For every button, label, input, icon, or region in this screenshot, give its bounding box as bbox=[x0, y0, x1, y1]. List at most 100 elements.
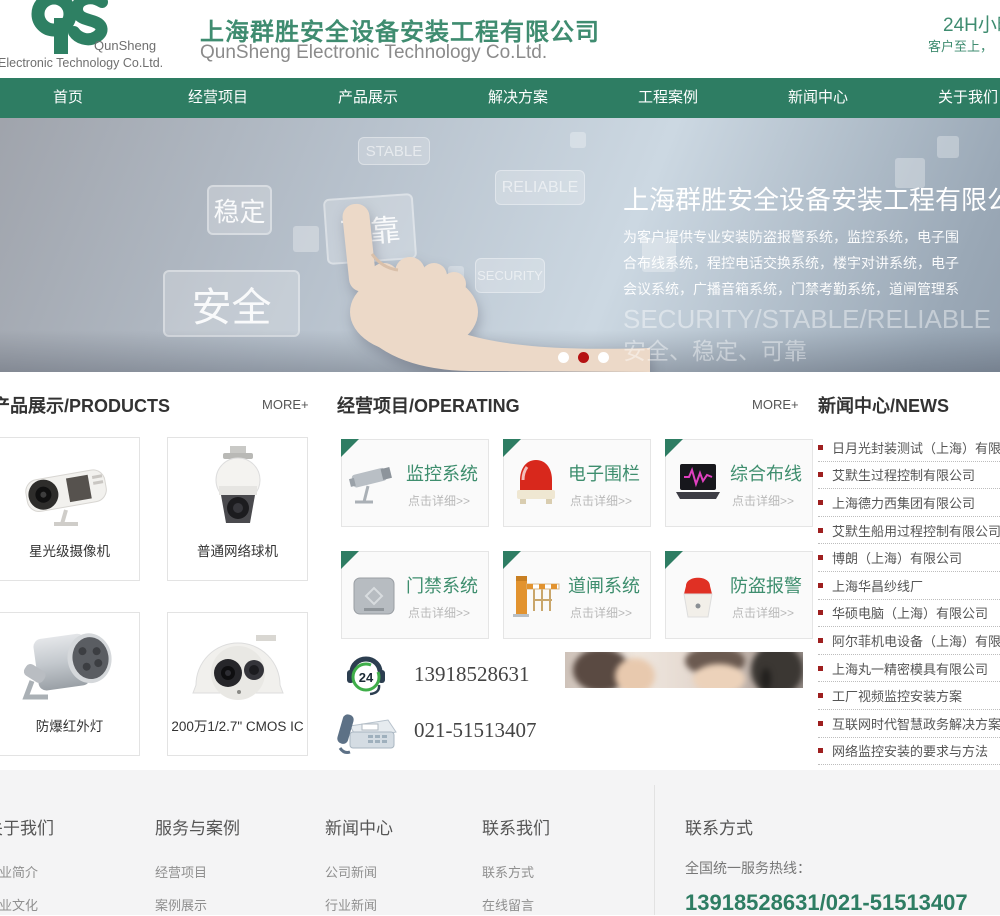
operating-title: 综合布线 bbox=[730, 460, 802, 486]
news-bullet-icon bbox=[818, 721, 823, 726]
decor-square bbox=[937, 136, 959, 158]
logo-subname: Electronic Technology Co.Ltd. bbox=[0, 56, 163, 70]
nav-item-about[interactable]: 关于我们 bbox=[893, 78, 1000, 118]
company-title-en: QunSheng Electronic Technology Co.Ltd. bbox=[200, 42, 547, 64]
operating-detail-link[interactable]: 点击详细>> bbox=[570, 604, 632, 621]
news-item[interactable]: 艾默生过程控制有限公司 bbox=[818, 462, 1000, 490]
nav-item-cases[interactable]: 工程案例 bbox=[593, 78, 743, 118]
operating-card-cabling[interactable]: 综合布线 点击详细>> bbox=[665, 439, 813, 527]
news-item-text: 日月光封装测试（上海）有限 bbox=[832, 438, 1000, 457]
product-card-ir-lamp[interactable]: 防爆红外灯 bbox=[0, 612, 140, 756]
banner-description: 为客户提供专业安装防盗报警系统，监控系统，电子围 合布线系统，程控电话交换系统，… bbox=[623, 224, 959, 302]
operating-more-link[interactable]: MORE+ bbox=[752, 397, 799, 412]
news-item[interactable]: 上海华昌纱线厂 bbox=[818, 572, 1000, 600]
news-bullet-icon bbox=[818, 610, 823, 615]
bullet-camera-image bbox=[10, 444, 130, 536]
product-name: 普通网络球机 bbox=[168, 540, 307, 560]
banner-slogan-cn: 安全、稳定、可靠 bbox=[623, 332, 807, 366]
product-card-turret-camera[interactable]: 200万1/2.7" CMOS IC bbox=[167, 612, 308, 756]
nav-item-products[interactable]: 产品展示 bbox=[293, 78, 443, 118]
carousel-dot-2-active[interactable] bbox=[578, 352, 589, 363]
nav-item-home[interactable]: 首页 bbox=[0, 78, 143, 118]
siren-icon bbox=[672, 568, 724, 624]
operating-title: 防盗报警 bbox=[730, 572, 802, 598]
news-bullet-icon bbox=[818, 445, 823, 450]
news-item[interactable]: 日月光封装测试（上海）有限 bbox=[818, 434, 1000, 462]
carousel-dot-3[interactable] bbox=[598, 352, 609, 363]
operating-card-electric-fence[interactable]: 电子围栏 点击详细>> bbox=[503, 439, 651, 527]
operating-title: 道闸系统 bbox=[568, 572, 640, 598]
product-card-bullet-camera[interactable]: 星光级摄像机 bbox=[0, 437, 140, 581]
operating-detail-link[interactable]: 点击详细>> bbox=[570, 492, 632, 509]
operating-card-surveillance[interactable]: 监控系统 点击详细>> bbox=[341, 439, 489, 527]
footer-hotline-number: 13918528631/021-51513407 bbox=[685, 890, 968, 916]
product-name: 星光级摄像机 bbox=[0, 540, 139, 560]
decor-square bbox=[570, 132, 586, 148]
operating-detail-link[interactable]: 点击详细>> bbox=[408, 492, 470, 509]
footer: 关于我们 企业简介 企业文化 服务与案例 经营项目 案例展示 新闻中心 公司新闻… bbox=[0, 770, 1000, 915]
logo-name: QunSheng bbox=[94, 38, 156, 53]
carousel-dot-1[interactable] bbox=[558, 352, 569, 363]
news-item[interactable]: 工厂视频监控安装方案 bbox=[818, 682, 1000, 710]
news-item[interactable]: 网络监控安装的要求与方法 bbox=[818, 738, 1000, 766]
footer-link-company-intro[interactable]: 企业简介 bbox=[0, 862, 38, 881]
landline-phone-number: 021-51513407 bbox=[414, 718, 537, 743]
products-grid: 星光级摄像机 普通网络球机 bbox=[0, 437, 319, 756]
nav-item-solutions[interactable]: 解决方案 bbox=[443, 78, 593, 118]
news-bullet-icon bbox=[818, 583, 823, 588]
operating-grid: 监控系统 点击详细>> 电子围栏 点击详细>> 综合布线 点击详细>> bbox=[341, 439, 827, 639]
products-more-link[interactable]: MORE+ bbox=[262, 397, 309, 412]
news-bullet-icon bbox=[818, 693, 823, 698]
footer-col-news-title: 新闻中心 bbox=[325, 814, 393, 839]
operating-card-burglar-alarm[interactable]: 防盗报警 点击详细>> bbox=[665, 551, 813, 639]
news-bullet-icon bbox=[818, 638, 823, 643]
news-item-text: 艾默生过程控制有限公司 bbox=[832, 465, 975, 484]
footer-link-company-news[interactable]: 公司新闻 bbox=[325, 862, 377, 881]
news-item-text: 博朗（上海）有限公司 bbox=[832, 548, 962, 567]
footer-link-operating[interactable]: 经营项目 bbox=[155, 862, 207, 881]
operating-detail-link[interactable]: 点击详细>> bbox=[732, 604, 794, 621]
news-item[interactable]: 博朗（上海）有限公司 bbox=[818, 544, 1000, 572]
operating-title: 电子围栏 bbox=[568, 460, 640, 486]
ptz-dome-image bbox=[178, 444, 298, 536]
news-bullet-icon bbox=[818, 500, 823, 505]
product-card-ptz-dome[interactable]: 普通网络球机 bbox=[167, 437, 308, 581]
footer-contact-method-title: 联系方式 bbox=[685, 814, 753, 839]
operating-section-title: 经营项目/OPERATING bbox=[337, 392, 520, 418]
operating-title: 监控系统 bbox=[406, 460, 478, 486]
decor-square bbox=[293, 226, 319, 252]
carousel-dots bbox=[558, 352, 609, 363]
footer-col-about-title: 关于我们 bbox=[0, 814, 54, 839]
operating-detail-link[interactable]: 点击详细>> bbox=[732, 492, 794, 509]
fax-phone-icon bbox=[336, 700, 400, 758]
footer-col-contact-title: 联系我们 bbox=[482, 814, 550, 839]
nav-item-operating[interactable]: 经营项目 bbox=[143, 78, 293, 118]
operating-detail-link[interactable]: 点击详细>> bbox=[408, 604, 470, 621]
nav-item-news[interactable]: 新闻中心 bbox=[743, 78, 893, 118]
product-name: 防爆红外灯 bbox=[0, 715, 139, 735]
news-list: 日月光封装测试（上海）有限 艾默生过程控制有限公司 上海德力西集团有限公司 艾默… bbox=[818, 434, 1000, 765]
news-item[interactable]: 阿尔菲机电设备（上海）有限 bbox=[818, 627, 1000, 655]
pointing-hand-image bbox=[320, 202, 650, 372]
news-item-text: 上海丸一精密模具有限公司 bbox=[832, 659, 988, 678]
banner-slogan-en: SECURITY/STABLE/RELIABLE bbox=[623, 304, 991, 335]
operating-card-barrier-gate[interactable]: 道闸系统 点击详细>> bbox=[503, 551, 651, 639]
news-item-text: 华硕电脑（上海）有限公司 bbox=[832, 603, 988, 622]
banner-title: 上海群胜安全设备安装工程有限公司 bbox=[623, 180, 1000, 217]
barrier-gate-icon bbox=[510, 568, 562, 624]
footer-divider bbox=[654, 785, 655, 915]
page: QunSheng Electronic Technology Co.Ltd. 上… bbox=[0, 0, 1000, 915]
products-section-title: 产品展示/PRODUCTS bbox=[0, 392, 170, 418]
news-item[interactable]: 互联网时代智慧政务解决方案 bbox=[818, 710, 1000, 738]
news-item-text: 上海德力西集团有限公司 bbox=[832, 493, 975, 512]
news-item[interactable]: 艾默生船用过程控制有限公司 bbox=[818, 517, 1000, 545]
operating-card-access-control[interactable]: 门禁系统 点击详细>> bbox=[341, 551, 489, 639]
badge-security-cn: 安全 bbox=[163, 270, 300, 337]
news-bullet-icon bbox=[818, 555, 823, 560]
news-item[interactable]: 上海德力西集团有限公司 bbox=[818, 489, 1000, 517]
news-item[interactable]: 华硕电脑（上海）有限公司 bbox=[818, 600, 1000, 628]
alarm-beacon-icon bbox=[510, 456, 562, 512]
news-item[interactable]: 上海丸一精密模具有限公司 bbox=[818, 655, 1000, 683]
footer-link-contact-info[interactable]: 联系方式 bbox=[482, 862, 534, 881]
banner-line: 为客户提供专业安装防盗报警系统，监控系统，电子围 bbox=[623, 224, 959, 250]
